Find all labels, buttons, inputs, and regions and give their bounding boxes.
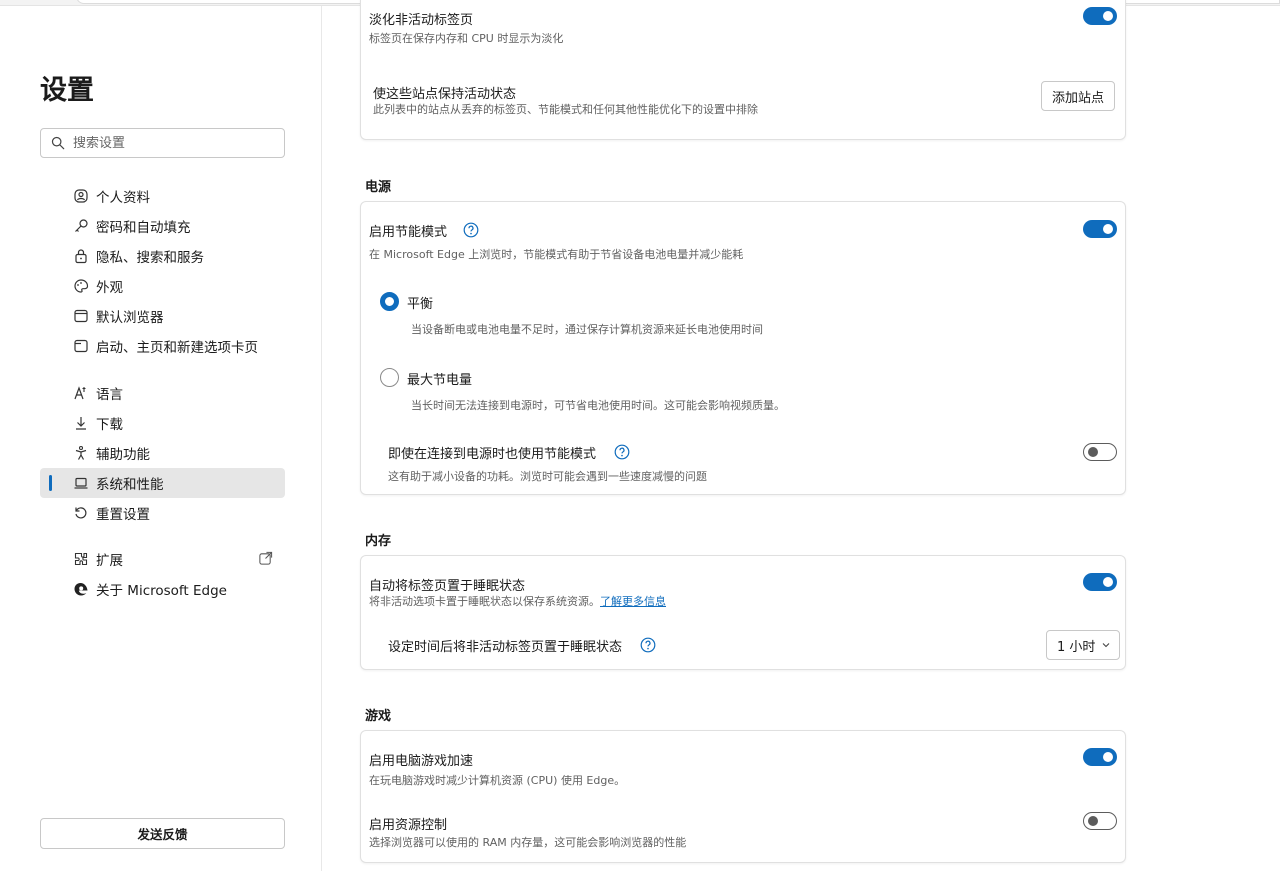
sidebar-item-reset[interactable]: 重置设置 [40,498,285,528]
sidebar-item-startup[interactable]: 启动、主页和新建选项卡页 [40,331,285,361]
efficiency-mode-title: 启用节能模式 [369,225,448,240]
laptop-icon [74,477,88,489]
sidebar-item-appearance[interactable]: 外观 [40,271,285,301]
sidebar-item-label: 辅助功能 [96,447,150,463]
key-icon [75,219,88,232]
balanced-label: 平衡 [407,297,434,312]
sidebar-item-label: 下载 [96,417,123,433]
download-icon [76,417,86,430]
max-savings-label: 最大节电量 [407,373,473,388]
sidebar-item-label: 扩展 [96,553,123,569]
fade-tabs-toggle[interactable] [1083,7,1117,25]
settings-sidebar: 设置 个人资料 密码和自动填充 隐私、搜索和服务 外观 默认浏览器 [0,6,322,871]
sidebar-item-passwords[interactable]: 密码和自动填充 [40,211,285,241]
efficiency-mode-toggle[interactable] [1083,220,1117,238]
sleep-timeout-select[interactable]: 1 小时 [1046,630,1121,660]
sidebar-item-about[interactable]: 关于 Microsoft Edge [40,574,285,604]
nav-group-main: 个人资料 密码和自动填充 隐私、搜索和服务 外观 默认浏览器 启动、主页和新建选… [40,181,285,361]
memory-section-title: 内存 [365,534,392,549]
help-icon[interactable] [614,444,630,460]
search-icon [51,136,65,150]
learn-more-link[interactable]: 了解更多信息 [600,595,666,608]
nav-group-secondary: 语言 下载 辅助功能 系统和性能 重置设置 [40,378,285,528]
sidebar-item-default-browser[interactable]: 默认浏览器 [40,301,285,331]
balanced-radio[interactable] [380,292,399,311]
sleeping-tabs-desc-text: 将非活动选项卡置于睡眠状态以保存系统资源。 [369,595,600,608]
sidebar-item-label: 系统和性能 [96,477,164,493]
sidebar-item-label: 密码和自动填充 [96,220,191,236]
sidebar-item-profile[interactable]: 个人资料 [40,181,285,211]
sidebar-item-languages[interactable]: 语言 [40,378,285,408]
sidebar-item-accessibility[interactable]: 辅助功能 [40,438,285,468]
chevron-down-icon [1103,643,1110,648]
page-title: 设置 [40,75,94,106]
plugged-in-desc: 这有助于减小设备的功耗。浏览时可能会遇到一些速度减慢的问题 [388,470,707,483]
edge-icon [74,583,88,596]
resource-control-desc: 选择浏览器可以使用的 RAM 内存量，这可能会影响浏览器的性能 [369,836,687,849]
max-savings-radio[interactable] [380,368,399,387]
sidebar-item-label: 隐私、搜索和服务 [96,250,204,266]
search-input[interactable] [73,135,273,151]
accessibility-icon [75,445,87,460]
sidebar-item-label: 关于 Microsoft Edge [96,583,227,599]
sidebar-item-label: 语言 [96,387,123,403]
palette-icon [74,279,89,293]
sidebar-item-label: 外观 [96,280,123,296]
sidebar-item-label: 重置设置 [96,507,150,523]
sidebar-item-extensions[interactable]: 扩展 [40,544,285,574]
plugged-in-title: 即使在连接到电源时也使用节能模式 [388,447,597,462]
sleeping-tabs-desc: 将非活动选项卡置于睡眠状态以保存系统资源。了解更多信息 [369,593,666,609]
sidebar-item-label: 个人资料 [96,190,150,206]
resource-control-title: 启用资源控制 [369,818,448,833]
sidebar-item-label: 启动、主页和新建选项卡页 [96,340,258,356]
sidebar-item-privacy[interactable]: 隐私、搜索和服务 [40,241,285,271]
fade-tabs-title: 淡化非活动标签页 [369,13,474,28]
browser-icon [74,309,88,323]
home-tab-icon [74,339,88,353]
power-section-title: 电源 [365,180,392,195]
gaming-section-title: 游戏 [365,709,392,724]
search-settings-box[interactable] [40,128,285,158]
game-boost-desc: 在玩电脑游戏时减少计算机资源 (CPU) 使用 Edge。 [369,774,626,787]
add-site-button[interactable]: 添加站点 [1041,81,1116,111]
language-icon [74,386,86,400]
sidebar-item-label: 默认浏览器 [96,310,164,326]
resource-control-toggle[interactable] [1083,812,1117,830]
lock-icon [75,249,87,264]
game-boost-toggle[interactable] [1083,748,1117,766]
keep-active-desc: 此列表中的站点从丢弃的标签页、节能模式和任何其他性能优化下的设置中排除 [373,103,758,116]
fade-tabs-desc: 标签页在保存内存和 CPU 时显示为淡化 [369,32,564,45]
game-boost-title: 启用电脑游戏加速 [369,754,474,769]
sidebar-item-system[interactable]: 系统和性能 [40,468,285,498]
external-link-icon[interactable] [258,551,273,566]
send-feedback-button[interactable]: 发送反馈 [40,818,285,849]
help-icon[interactable] [463,222,479,238]
sleeping-tabs-toggle[interactable] [1083,573,1117,591]
keep-active-title: 使这些站点保持活动状态 [373,87,517,102]
performance-card [360,0,1126,140]
extensions-icon [74,552,88,566]
sleep-timeout-title: 设定时间后将非活动标签页置于睡眠状态 [388,640,623,655]
efficiency-mode-desc: 在 Microsoft Edge 上浏览时，节能模式有助于节省设备电池电量并减少… [369,248,744,261]
sleeping-tabs-title: 自动将标签页置于睡眠状态 [369,579,526,594]
balanced-desc: 当设备断电或电池电量不足时，通过保存计算机资源来延长电池使用时间 [411,323,763,336]
plugged-in-toggle[interactable] [1083,443,1117,461]
sleep-timeout-value: 1 小时 [1057,639,1096,655]
profile-icon [74,189,88,203]
nav-group-extra: 扩展 关于 Microsoft Edge [40,544,285,604]
max-savings-desc: 当长时间无法连接到电源时，可节省电池使用时间。这可能会影响视频质量。 [411,399,785,412]
help-icon[interactable] [640,637,656,653]
sidebar-item-downloads[interactable]: 下载 [40,408,285,438]
reset-icon [75,507,87,519]
